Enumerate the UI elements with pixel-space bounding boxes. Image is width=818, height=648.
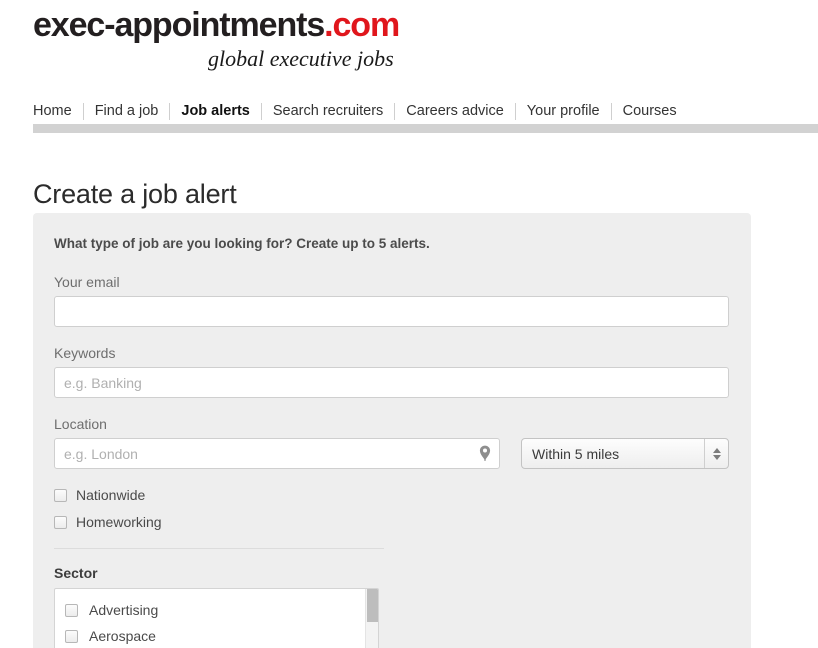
sector-item-label: Aerospace	[89, 628, 156, 644]
location-field-group: Location Within 5 miles	[54, 415, 730, 469]
site-header: exec-appointments.com global executive j…	[33, 6, 793, 72]
nav-item-careers-advice[interactable]: Careers advice	[395, 101, 515, 121]
radius-select-arrows[interactable]	[704, 439, 728, 468]
email-input[interactable]	[54, 296, 729, 327]
location-label: Location	[54, 416, 107, 432]
nav-item-courses[interactable]: Courses	[612, 101, 688, 121]
location-input-wrapper	[54, 438, 500, 469]
section-divider	[54, 548, 384, 549]
checkbox-homeworking[interactable]: Homeworking	[54, 513, 730, 531]
nav-item-job-alerts[interactable]: Job alerts	[170, 101, 261, 121]
keywords-input[interactable]	[54, 367, 729, 398]
chevron-down-icon	[712, 454, 721, 460]
checkbox-box-icon[interactable]	[65, 629, 78, 643]
checkbox-box-icon[interactable]	[54, 488, 67, 502]
site-tagline: global executive jobs	[208, 46, 394, 71]
email-label: Your email	[54, 274, 120, 290]
radius-select-value: Within 5 miles	[532, 445, 620, 462]
nav-item-home[interactable]: Home	[33, 101, 83, 121]
radius-select[interactable]: Within 5 miles	[521, 438, 729, 469]
checkbox-homeworking-label: Homeworking	[76, 514, 162, 530]
nav-item-your-profile[interactable]: Your profile	[516, 101, 611, 121]
nav-item-find-a-job[interactable]: Find a job	[84, 101, 170, 121]
checkbox-box-icon[interactable]	[54, 515, 67, 529]
nav-item-search-recruiters[interactable]: Search recruiters	[262, 101, 394, 121]
logo-tld: .com	[324, 6, 400, 44]
page-root: exec-appointments.com global executive j…	[0, 0, 818, 648]
chevron-up-icon	[712, 447, 721, 453]
sector-label: Sector	[54, 565, 98, 581]
page-title: Create a job alert	[33, 179, 237, 210]
job-alert-form-panel: What type of job are you looking for? Cr…	[33, 213, 751, 648]
main-navigation: Home Find a job Job alerts Search recrui…	[33, 101, 688, 121]
keywords-label: Keywords	[54, 345, 116, 361]
header-accent-bar	[33, 124, 818, 133]
sector-listbox[interactable]: Advertising Aerospace Banking	[54, 588, 379, 648]
sector-scrollbar-thumb[interactable]	[367, 589, 378, 622]
location-options-group: Nationwide Homeworking	[54, 486, 730, 531]
email-field-group: Your email	[54, 273, 730, 327]
location-input[interactable]	[54, 438, 500, 469]
sector-item-label: Advertising	[89, 602, 159, 618]
checkbox-nationwide[interactable]: Nationwide	[54, 486, 730, 504]
logo-name: exec-appointments	[33, 6, 325, 44]
checkbox-box-icon[interactable]	[65, 603, 78, 617]
form-heading: What type of job are you looking for? Cr…	[54, 236, 430, 251]
list-item[interactable]: Advertising	[65, 597, 378, 623]
sector-scrollbar[interactable]	[365, 589, 378, 648]
site-logo[interactable]: exec-appointments.com	[33, 6, 793, 44]
keywords-field-group: Keywords	[54, 344, 730, 398]
list-item[interactable]: Aerospace	[65, 623, 378, 648]
checkbox-nationwide-label: Nationwide	[76, 487, 146, 503]
